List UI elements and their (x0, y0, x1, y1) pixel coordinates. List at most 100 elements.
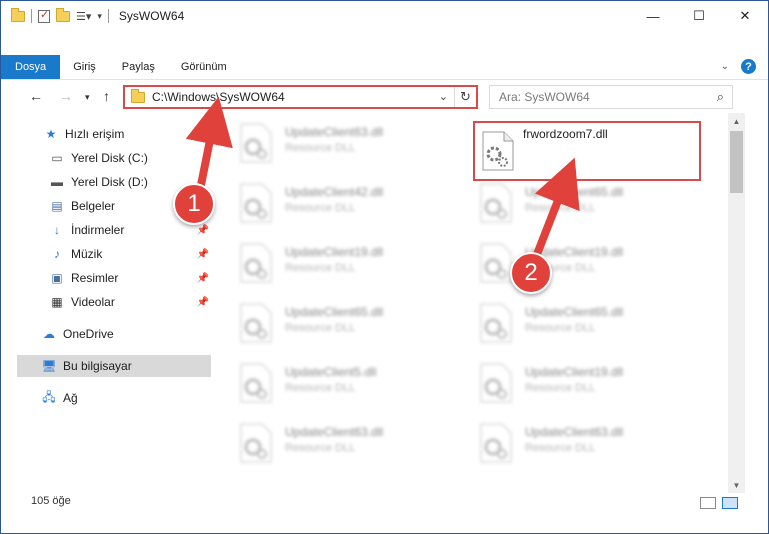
scroll-thumb[interactable] (730, 131, 743, 193)
cloud-icon: ☁ (43, 327, 55, 341)
minimize-button[interactable]: — (630, 1, 676, 31)
file-type: Resource DLL (525, 442, 596, 454)
file-type: Resource DLL (285, 142, 356, 154)
dll-file-icon (240, 303, 272, 343)
sidebar-item-music[interactable]: ♪ Müzik 📌 (49, 243, 213, 265)
sidebar-item-videos[interactable]: ▦ Videolar 📌 (49, 291, 213, 313)
music-icon: ♪ (54, 247, 60, 261)
sidebar-item-quick-access[interactable]: ★ Hızlı erişim (43, 123, 213, 145)
view-switcher (700, 497, 738, 509)
file-name: UpdateClient65.dll (285, 305, 384, 319)
download-icon: ↓ (54, 223, 60, 237)
video-icon: ▦ (51, 295, 63, 309)
sidebar-item-label: Resimler (71, 271, 119, 285)
navigation-bar: ← → ▾ ↑ C:\Windows\SysWOW64 ⌄ ↻ Ara: Sys… (1, 83, 768, 111)
sidebar-item-label: Müzik (71, 247, 103, 261)
file-name: UpdateClient19.dll (285, 245, 384, 259)
item-count: 105 öğe (31, 495, 71, 507)
vertical-scrollbar[interactable]: ▲ ▼ (728, 113, 745, 493)
pin-icon[interactable]: 📌 (197, 297, 209, 308)
sidebar-item-pictures[interactable]: ▣ Resimler 📌 (49, 267, 213, 289)
pictures-icon: ▣ (51, 271, 63, 285)
file-type: Resource DLL (525, 382, 596, 394)
selected-file-frwordzoom7[interactable]: frwordzoom7.dll (473, 121, 701, 181)
search-icon[interactable]: ⌕ (717, 89, 724, 105)
list-item[interactable]: UpdateClient63.dll Resource DLL (223, 115, 455, 171)
list-item[interactable]: UpdateClient19.dll Resource DLL (223, 235, 455, 291)
maximize-button[interactable]: ☐ (676, 1, 722, 31)
sidebar-item-disk-c[interactable]: ▭ Yerel Disk (C:) (49, 147, 213, 169)
title-bar: ☰▾ ▾ SysWOW64 — ☐ ✕ (1, 1, 768, 31)
ribbon-tabs: Dosya Giriş Paylaş Görünüm (1, 55, 240, 79)
dll-file-icon (480, 423, 512, 463)
list-item[interactable]: UpdateClient19.dll Resource DLL (463, 235, 695, 291)
properties-icon[interactable] (38, 8, 50, 23)
sidebar-item-this-pc[interactable]: 🖥 Bu bilgisayar (17, 355, 211, 377)
list-item[interactable]: UpdateClient63.dll Resource DLL (223, 415, 455, 471)
folder-icon (11, 7, 25, 22)
pin-icon[interactable]: 📌 (197, 225, 209, 236)
sidebar-item-label: Hızlı erişim (65, 127, 125, 141)
recent-locations-icon[interactable]: ▾ (85, 92, 90, 103)
dll-file-icon (240, 363, 272, 403)
chevron-down-icon[interactable]: ⌄ (439, 90, 448, 103)
file-name: UpdateClient19.dll (525, 365, 624, 379)
sidebar-item-network[interactable]: 🖧 Ağ (41, 387, 213, 409)
file-type: Resource DLL (285, 262, 356, 274)
tab-paylas[interactable]: Paylaş (109, 55, 168, 79)
dll-file-icon (480, 243, 512, 283)
list-item[interactable]: UpdateClient65.dll Resource DLL (463, 295, 695, 351)
search-input[interactable]: Ara: SysWOW64 ⌕ (489, 85, 733, 109)
address-path: C:\Windows\SysWOW64 (152, 90, 285, 104)
list-item[interactable]: UpdateClient65.dll Resource DLL (463, 175, 695, 231)
sidebar-item-label: Belgeler (71, 199, 116, 213)
close-button[interactable]: ✕ (722, 1, 768, 31)
sidebar-item-label: OneDrive (63, 327, 114, 341)
list-item[interactable]: UpdateClient42.dll Resource DLL (223, 175, 455, 231)
dll-file-icon (482, 131, 514, 171)
up-arrow-icon[interactable]: ↑ (103, 88, 110, 104)
scroll-down-icon[interactable]: ▼ (728, 477, 745, 493)
dll-file-icon (480, 363, 512, 403)
file-type: Resource DLL (285, 442, 356, 454)
forward-arrow-icon[interactable]: → (59, 88, 73, 104)
search-placeholder: Ara: SysWOW64 (499, 90, 590, 104)
step-badge-1: 1 (173, 183, 215, 225)
details-view-icon[interactable] (700, 497, 716, 509)
step-badge-2: 2 (510, 252, 552, 294)
customize-qat-icon[interactable]: ☰▾ (76, 10, 91, 23)
drive-icon: ▭ (51, 151, 63, 165)
back-arrow-icon[interactable]: ← (29, 88, 43, 104)
help-icon[interactable]: ? (741, 59, 756, 74)
folder-icon (131, 88, 145, 103)
new-folder-icon[interactable] (56, 7, 70, 22)
pin-icon[interactable]: 📌 (197, 249, 209, 260)
sidebar-item-label: Yerel Disk (C:) (71, 151, 148, 165)
address-bar[interactable]: C:\Windows\SysWOW64 ⌄ ↻ (123, 85, 478, 109)
list-item[interactable]: UpdateClient65.dll Resource DLL (223, 295, 455, 351)
pin-icon[interactable]: 📌 (197, 273, 209, 284)
computer-icon: 🖥 (41, 359, 57, 373)
file-type: Resource DLL (285, 382, 356, 394)
file-name: UpdateClient63.dll (285, 425, 384, 439)
expand-ribbon-icon[interactable]: ⌄ (721, 61, 729, 72)
file-name: UpdateClient42.dll (285, 185, 384, 199)
sidebar-item-label: Videolar (71, 295, 115, 309)
window-controls: — ☐ ✕ (630, 1, 768, 31)
tab-gorunum[interactable]: Görünüm (168, 55, 240, 79)
tab-dosya[interactable]: Dosya (1, 55, 61, 79)
network-icon: 🖧 (42, 389, 56, 404)
list-item[interactable]: UpdateClient19.dll Resource DLL (463, 355, 695, 411)
sidebar-item-label: Bu bilgisayar (63, 359, 132, 373)
list-item[interactable]: UpdateClient5.dll Resource DLL (223, 355, 455, 411)
large-icons-view-icon[interactable] (722, 497, 738, 509)
dll-file-icon (240, 183, 272, 223)
refresh-icon[interactable]: ↻ (454, 87, 476, 107)
scroll-up-icon[interactable]: ▲ (728, 113, 745, 129)
tab-giris[interactable]: Giriş (60, 55, 109, 79)
divider (107, 9, 109, 23)
list-item[interactable]: UpdateClient63.dll Resource DLL (463, 415, 695, 471)
divider (31, 9, 32, 23)
qat-dropdown-icon[interactable]: ▾ (97, 11, 102, 22)
sidebar-item-onedrive[interactable]: ☁ OneDrive (41, 323, 213, 345)
